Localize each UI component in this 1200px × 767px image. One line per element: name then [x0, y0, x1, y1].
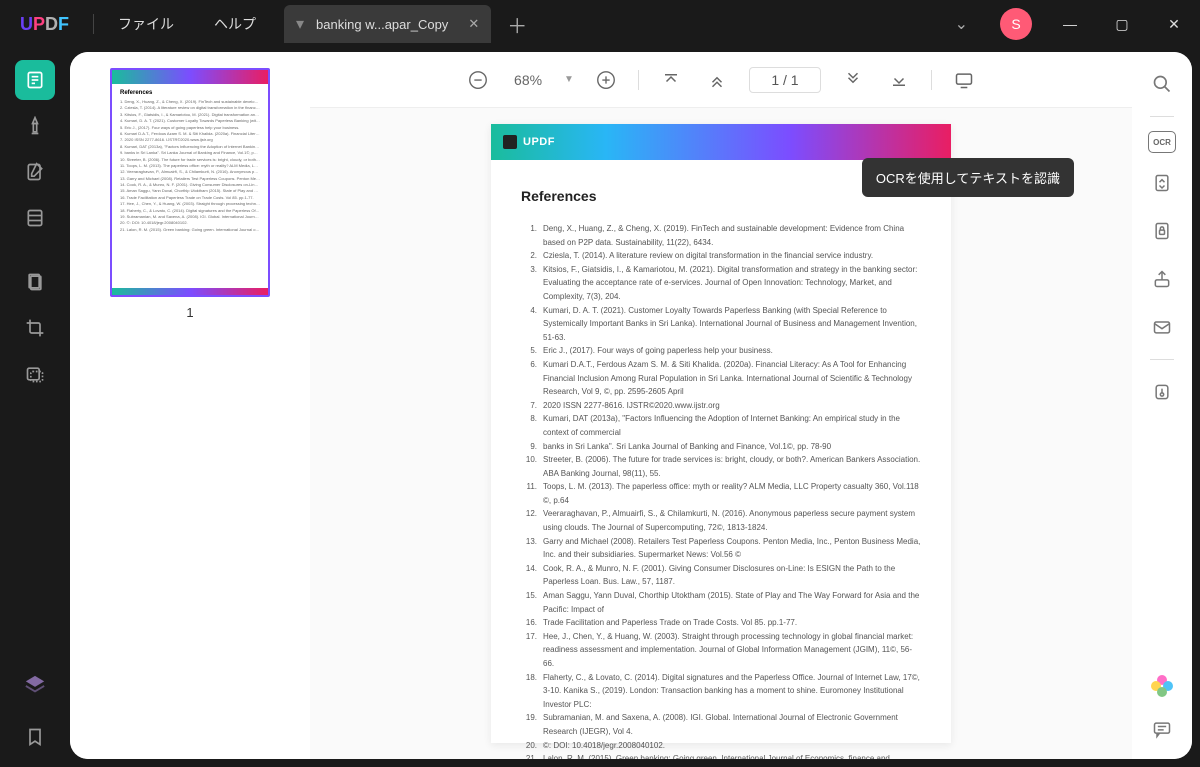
- first-page-button[interactable]: [657, 66, 685, 94]
- separator: [931, 70, 932, 90]
- thumb-heading: References: [120, 90, 260, 96]
- separator: [1150, 116, 1174, 117]
- edit-tool[interactable]: [15, 152, 55, 192]
- form-tool[interactable]: [15, 262, 55, 302]
- reference-item: 16.Trade Facilitation and Paperless Trad…: [521, 616, 921, 630]
- organize-tool[interactable]: [15, 198, 55, 238]
- reference-item: 8.Kumari, DAT (2013a), "Factors Influenc…: [521, 412, 921, 439]
- reference-item: 11.Toops, L. M. (2013). The paperless of…: [521, 480, 921, 507]
- protect-button[interactable]: [1144, 213, 1180, 249]
- menu-file[interactable]: ファイル: [98, 14, 194, 34]
- next-page-button[interactable]: [839, 66, 867, 94]
- bookmark-tool[interactable]: [15, 717, 55, 757]
- redact-tool[interactable]: [15, 354, 55, 394]
- pdf-page: UPDF References 1.Deng, X., Huang, Z., &…: [491, 124, 951, 743]
- document-tab[interactable]: ▾ banking w...apar_Copy ✕: [284, 5, 491, 43]
- reference-item: 15.Aman Saggu, Yann Duval, Chorthip Utok…: [521, 589, 921, 616]
- references-list: 1.Deng, X., Huang, Z., & Cheng, X. (2019…: [521, 222, 921, 759]
- maximize-button[interactable]: ▢: [1100, 4, 1144, 44]
- tab-menu-icon[interactable]: ▾: [296, 14, 304, 34]
- comment-button[interactable]: [1144, 711, 1180, 747]
- ai-assistant-icon[interactable]: [1151, 675, 1173, 697]
- reference-item: 1.Deng, X., Huang, Z., & Cheng, X. (2019…: [521, 222, 921, 249]
- left-toolbar: [0, 48, 70, 767]
- reference-item: 6.Kumari D.A.T., Ferdous Azam S. M. & Si…: [521, 358, 921, 399]
- tab-title: banking w...apar_Copy: [316, 17, 448, 32]
- share-button[interactable]: [1144, 261, 1180, 297]
- close-button[interactable]: ✕: [1152, 4, 1196, 44]
- content-panel: References 1. Deng, X., Huang, Z., & Che…: [70, 52, 1192, 759]
- layers-tool[interactable]: [15, 665, 55, 705]
- reference-item: 9.banks in Sri Lanka". Sri Lanka Journal…: [521, 440, 921, 454]
- search-button[interactable]: [1144, 66, 1180, 102]
- presentation-button[interactable]: [950, 66, 978, 94]
- document-scroll[interactable]: UPDF References 1.Deng, X., Huang, Z., &…: [310, 108, 1132, 759]
- thumbnails-tool[interactable]: [15, 60, 55, 100]
- reference-item: 13.Garry and Michael (2008). Retailers T…: [521, 535, 921, 562]
- menu-help[interactable]: ヘルプ: [194, 14, 276, 34]
- reference-item: 5.Eric J., (2017). Four ways of going pa…: [521, 344, 921, 358]
- zoom-out-button[interactable]: [464, 66, 492, 94]
- right-toolbar: OCR: [1132, 52, 1192, 759]
- separator: [638, 70, 639, 90]
- ocr-tooltip: OCRを使用してテキストを認識: [862, 158, 1074, 197]
- app-logo: UPDF: [0, 14, 89, 35]
- minimize-button[interactable]: —: [1048, 4, 1092, 44]
- brand-text: UPDF: [523, 136, 555, 148]
- thumbnail-panel: References 1. Deng, X., Huang, Z., & Che…: [70, 52, 310, 759]
- reference-item: 17.Hee, J., Chen, Y., & Huang, W. (2003)…: [521, 630, 921, 671]
- ocr-button[interactable]: OCR: [1148, 131, 1176, 153]
- zoom-dropdown-icon[interactable]: ▼: [564, 74, 574, 85]
- separator: [1150, 359, 1174, 360]
- reference-item: 18.Flaherty, C., & Lovato, C. (2014). Di…: [521, 671, 921, 712]
- reference-item: 3.Kitsios, F., Giatsidis, I., & Kamariot…: [521, 263, 921, 304]
- thumb-header-gradient: [112, 70, 268, 84]
- zoom-in-button[interactable]: [592, 66, 620, 94]
- reference-item: 7.2020 ISSN 2277-8616. IJSTR©2020.www.ij…: [521, 399, 921, 413]
- last-page-button[interactable]: [885, 66, 913, 94]
- page-header-gradient: UPDF: [491, 124, 951, 160]
- tab-close-icon[interactable]: ✕: [468, 16, 479, 32]
- add-tab-button[interactable]: ＋: [491, 10, 543, 39]
- reference-item: 21.Lalon, R. M. (2015). Green banking: G…: [521, 752, 921, 759]
- reference-item: 2.Cziesla, T. (2014). A literature revie…: [521, 249, 921, 263]
- divider: [93, 14, 94, 34]
- user-avatar[interactable]: S: [1000, 8, 1032, 40]
- brand-mark-icon: [503, 135, 517, 149]
- reference-item: 12.Veeraraghavan, P., Almuairfi, S., & C…: [521, 507, 921, 534]
- reference-item: 4.Kumari, D. A. T. (2021). Customer Loya…: [521, 304, 921, 345]
- email-button[interactable]: [1144, 309, 1180, 345]
- prev-page-button[interactable]: [703, 66, 731, 94]
- document-area: 68% ▼ 1 / 1: [310, 52, 1132, 759]
- reference-item: 19.Subramanian, M. and Saxena, A. (2008)…: [521, 711, 921, 738]
- compress-button[interactable]: [1144, 374, 1180, 410]
- crop-tool[interactable]: [15, 308, 55, 348]
- page-number-input[interactable]: 1 / 1: [749, 67, 821, 93]
- convert-button[interactable]: [1144, 165, 1180, 201]
- tabs-dropdown-icon[interactable]: ⌄: [939, 14, 984, 34]
- reference-item: 20.©: DOI: 10.4018/jegr.2008040102.: [521, 739, 921, 753]
- zoom-value: 68%: [510, 72, 546, 88]
- reference-item: 10.Streeter, B. (2006). The future for t…: [521, 453, 921, 480]
- highlight-tool[interactable]: [15, 106, 55, 146]
- thumb-footer-gradient: [112, 288, 268, 295]
- view-toolbar: 68% ▼ 1 / 1: [310, 52, 1132, 108]
- title-bar: UPDF ファイル ヘルプ ▾ banking w...apar_Copy ✕ …: [0, 0, 1200, 48]
- reference-item: 14.Cook, R. A., & Munro, N. F. (2001). G…: [521, 562, 921, 589]
- workspace: References 1. Deng, X., Huang, Z., & Che…: [0, 48, 1200, 767]
- thumbnail-page-1[interactable]: References 1. Deng, X., Huang, Z., & Che…: [110, 68, 270, 297]
- thumbnail-number: 1: [186, 305, 193, 320]
